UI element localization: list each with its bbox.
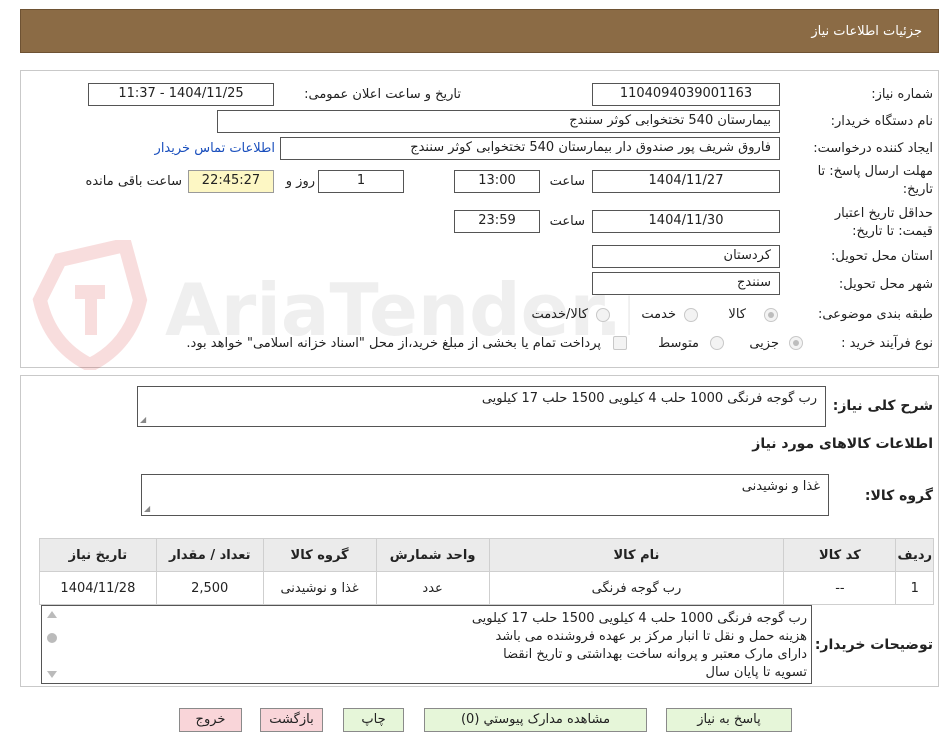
goods-group-text: غذا و نوشیدنی: [741, 479, 820, 494]
deadline-time-field: 13:00: [454, 170, 540, 193]
process-label: نوع فرآیند خرید :: [841, 336, 933, 351]
process-option-medium: متوسط: [658, 336, 699, 351]
validity-date-field: 1404/11/30: [592, 210, 780, 233]
need-number-field: 1104094039001163: [592, 83, 780, 106]
scroll-up-icon[interactable]: [47, 611, 57, 618]
cell-group: غذا و نوشیدنی: [262, 571, 377, 605]
category-radio-goods-service[interactable]: [596, 308, 610, 322]
process-radio-medium[interactable]: [710, 336, 724, 350]
page-title: جزئیات اطلاعات نیاز: [811, 24, 922, 39]
back-button[interactable]: بازگشت: [260, 708, 323, 732]
col-unit: واحد شمارش: [375, 538, 490, 572]
need-description-label: شرح کلی نیاز:: [832, 398, 933, 414]
city-label: شهر محل تحویل:: [838, 277, 933, 292]
deadline-time-label: ساعت: [549, 174, 585, 189]
days-label: روز و: [285, 174, 315, 189]
cell-row-number: 1: [895, 571, 934, 605]
need-description-field[interactable]: رب گوجه فرنگی 1000 حلب 4 کیلویی 1500 حلب…: [137, 386, 826, 427]
process-radio-minor[interactable]: [789, 336, 803, 350]
items-table: ردیف کد کالا نام کالا واحد شمارش گروه کا…: [39, 538, 934, 605]
reply-button[interactable]: پاسخ به نیاز: [666, 708, 792, 732]
note-line: رب گوجه فرنگی 1000 حلب 4 کیلویی 1500 حلب…: [471, 611, 807, 626]
cell-item-name: رب گوجه فرنگی: [488, 571, 785, 605]
cell-item-code: --: [783, 571, 897, 605]
print-button[interactable]: چاپ: [343, 708, 404, 732]
need-number-label: شماره نیاز:: [871, 87, 933, 102]
col-item-code: کد کالا: [783, 538, 897, 572]
notes-scrollbar[interactable]: [45, 609, 59, 681]
creator-label: ایجاد کننده درخواست:: [813, 141, 933, 156]
validity-time-label: ساعت: [549, 214, 585, 229]
col-group: گروه کالا: [262, 538, 377, 572]
exit-button[interactable]: خروج: [179, 708, 242, 732]
goods-group-field[interactable]: غذا و نوشیدنی: [141, 474, 829, 516]
category-option-goods: کالا: [728, 307, 746, 322]
table-header-row: ردیف کد کالا نام کالا واحد شمارش گروه کا…: [39, 538, 934, 572]
table-row: 1 -- رب گوجه فرنگی عدد غذا و نوشیدنی 2,5…: [39, 571, 934, 605]
validity-label: حداقل تاریخ اعتبار: [834, 206, 933, 221]
buyer-org-field: بیمارستان 540 تختخوابی کوثر سنندج: [217, 110, 780, 133]
need-description-text: رب گوجه فرنگی 1000 حلب 4 کیلویی 1500 حلب…: [481, 391, 817, 406]
note-line: دارای مارک معتبر و پروانه ساخت بهداشتی و…: [503, 647, 807, 662]
goods-group-label: گروه کالا:: [864, 488, 933, 504]
remaining-timer: 22:45:27: [188, 170, 274, 193]
cell-quantity: 2,500: [155, 571, 264, 605]
scroll-down-icon[interactable]: [47, 671, 57, 678]
col-item-name: نام کالا: [488, 538, 785, 572]
city-field: سنندج: [592, 272, 780, 295]
col-quantity: تعداد / مقدار: [155, 538, 264, 572]
resize-grip-icon[interactable]: ◢: [144, 505, 152, 513]
buyer-org-label: نام دستگاه خریدار:: [830, 114, 933, 129]
validity-time-field: 23:59: [454, 210, 540, 233]
creator-field: فاروق شریف پور صندوق دار بیمارستان 540 ت…: [280, 137, 780, 160]
col-need-date: تاریخ نیاز: [39, 538, 157, 572]
remaining-label: ساعت باقی مانده: [85, 174, 182, 189]
process-option-minor: جزیی: [749, 336, 779, 351]
deadline-date-field: 1404/11/27: [592, 170, 780, 193]
buyer-notes-content: رب گوجه فرنگی 1000 حلب 4 کیلویی 1500 حلب…: [472, 610, 807, 682]
category-label: طبقه بندی موضوعی:: [817, 307, 933, 322]
province-label: استان محل تحویل:: [831, 249, 933, 264]
note-line: تسویه تا پایان سال: [705, 665, 808, 680]
days-field: 1: [318, 170, 404, 193]
category-radio-service[interactable]: [684, 308, 698, 322]
buyer-contact-link[interactable]: اطلاعات تماس خریدار: [155, 141, 275, 156]
deadline-label-2: تاریخ:: [902, 182, 933, 197]
resize-grip-icon[interactable]: ◢: [140, 416, 148, 424]
announce-label: تاریخ و ساعت اعلان عمومی:: [304, 87, 461, 102]
category-option-goods-service: کالا/خدمت: [531, 307, 588, 322]
buyer-notes-label: توضیحات خریدار:: [814, 637, 933, 653]
validity-label-2: قیمت: تا تاریخ:: [852, 224, 933, 239]
note-line: هزینه حمل و نقل تا انبار مرکز بر عهده فر…: [495, 629, 807, 644]
col-row-number: ردیف: [895, 538, 934, 572]
page-header: جزئیات اطلاعات نیاز: [20, 9, 939, 53]
deadline-label: مهلت ارسال پاسخ: تا: [817, 164, 933, 179]
goods-info-heading: اطلاعات کالاهای مورد نیاز: [752, 436, 933, 452]
cell-need-date: 1404/11/28: [39, 571, 157, 605]
payment-note: پرداخت تمام یا بخشی از مبلغ خرید،از محل …: [186, 336, 601, 351]
category-option-service: خدمت: [641, 307, 676, 322]
announce-field: 1404/11/25 - 11:37: [88, 83, 274, 106]
category-radio-goods[interactable]: [764, 308, 778, 322]
buyer-notes-field[interactable]: رب گوجه فرنگی 1000 حلب 4 کیلویی 1500 حلب…: [41, 605, 812, 684]
view-attachments-button[interactable]: مشاهده مدارک پیوستي (0): [424, 708, 647, 732]
treasury-payment-checkbox[interactable]: [613, 336, 627, 350]
scroll-thumb[interactable]: [47, 633, 57, 643]
cell-unit: عدد: [375, 571, 490, 605]
province-field: کردستان: [592, 245, 780, 268]
